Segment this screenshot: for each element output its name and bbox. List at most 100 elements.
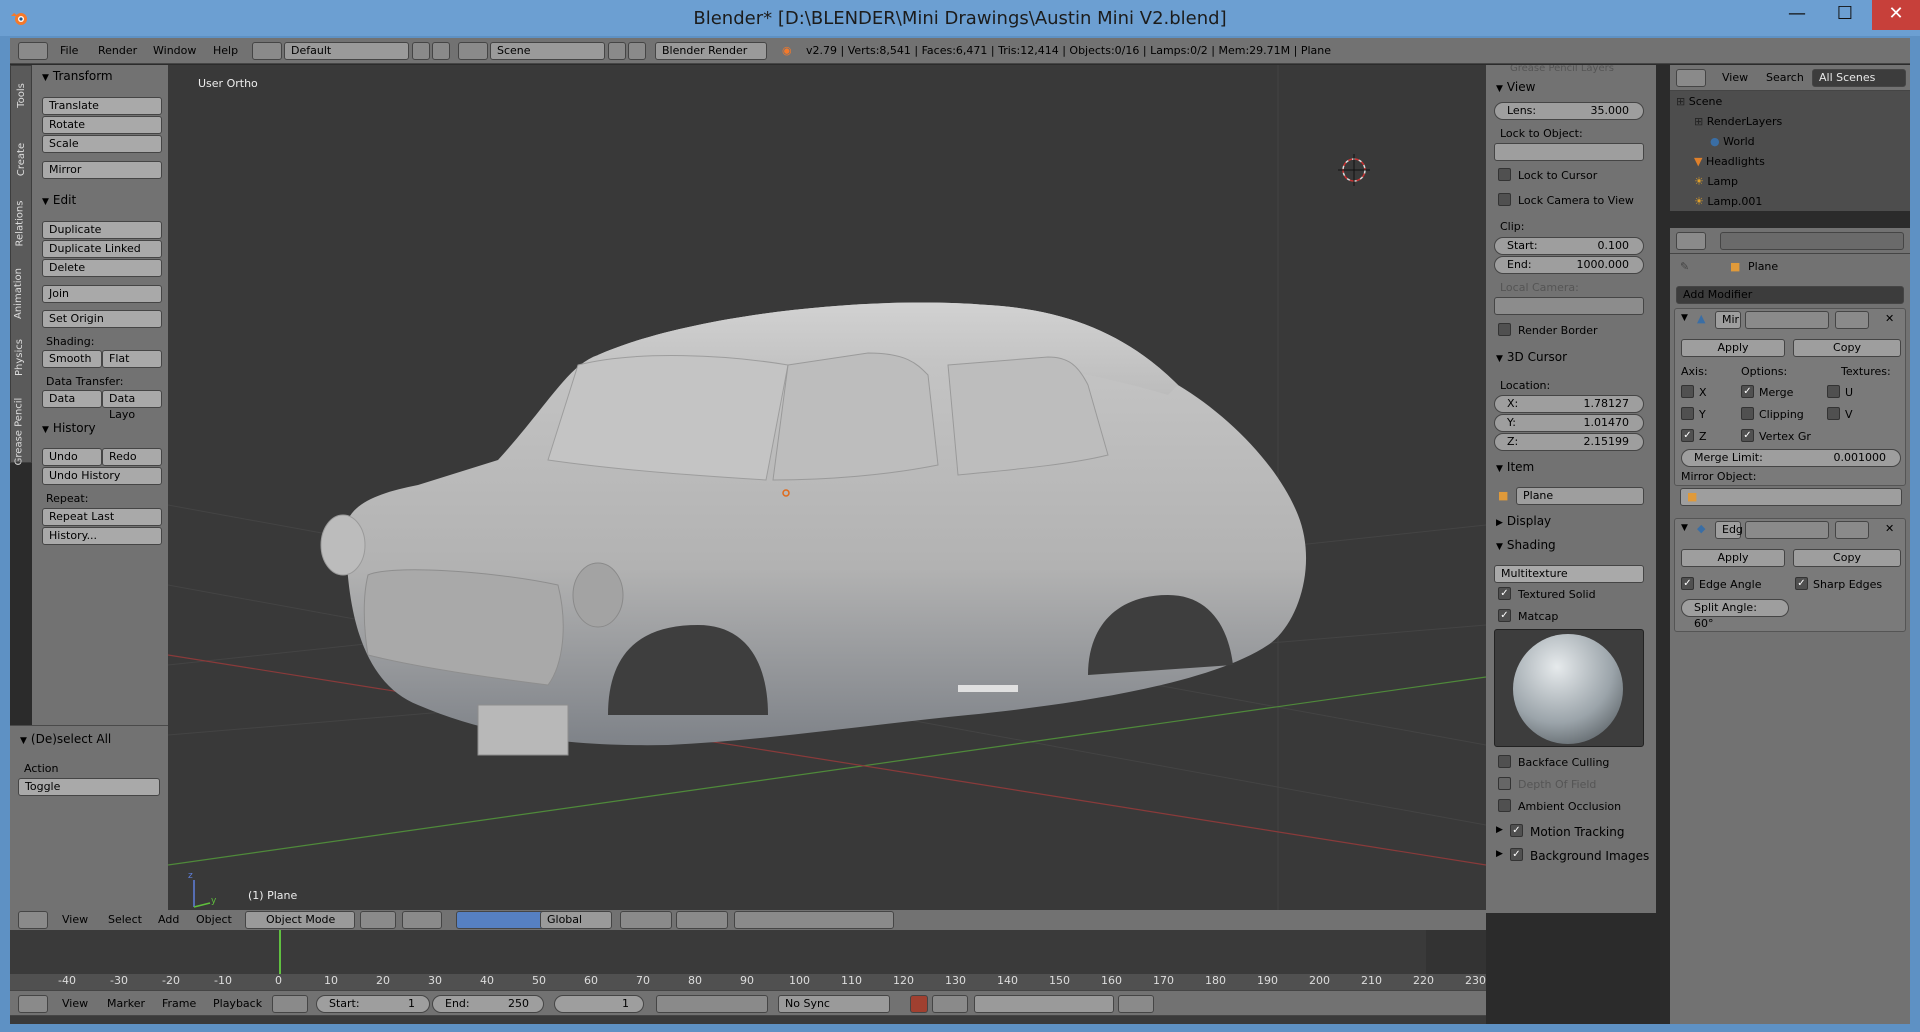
edge-split-apply-button[interactable]: Apply: [1681, 549, 1785, 567]
mirror-button[interactable]: Mirror: [42, 161, 162, 179]
outliner-row-scene[interactable]: ⊞ Scene: [1676, 95, 1906, 115]
viewport-shading-icon[interactable]: [360, 911, 396, 929]
outliner-row-lamp-001[interactable]: ☀ Lamp.001: [1694, 195, 1920, 215]
axis-x-checkbox[interactable]: [1681, 385, 1694, 398]
viewport-menu-add[interactable]: Add: [158, 913, 179, 926]
panel-3d-cursor-title[interactable]: 3D Cursor: [1486, 350, 1656, 368]
undo-history-button[interactable]: Undo History: [42, 467, 162, 485]
insert-keyframe-icon[interactable]: [1118, 995, 1154, 1013]
tab-grease-pencil[interactable]: Grease Pencil: [13, 398, 24, 466]
outliner-row-renderlayers[interactable]: ⊞ RenderLayers: [1694, 115, 1920, 135]
smooth-button[interactable]: Smooth: [42, 350, 102, 368]
scale-button[interactable]: Scale: [42, 135, 162, 153]
outliner-menu-search[interactable]: Search: [1766, 71, 1804, 84]
3d-viewport[interactable]: z y User Ortho (1) Plane: [168, 65, 1486, 913]
timeline[interactable]: -40 -30 -20 -10 0 10 20 30 40 50 60 70 8…: [10, 930, 1486, 1024]
action-select[interactable]: Toggle: [18, 778, 160, 796]
edge-split-collapse-icon[interactable]: ▼: [1681, 523, 1688, 533]
lens-field[interactable]: Lens: 35.000: [1494, 102, 1644, 120]
split-angle-field[interactable]: Split Angle: 60°: [1681, 599, 1789, 630]
mode-select[interactable]: Object Mode: [245, 911, 355, 929]
timeline-track[interactable]: [10, 930, 1486, 974]
outliner-row-lamp[interactable]: ☀ Lamp: [1694, 175, 1920, 195]
maximize-button[interactable]: ☐: [1822, 0, 1868, 30]
lock-camera-checkbox[interactable]: [1498, 193, 1511, 206]
duplicate-linked-button[interactable]: Duplicate Linked: [42, 240, 162, 258]
edge-split-copy-button[interactable]: Copy: [1793, 549, 1901, 567]
flat-button[interactable]: Flat: [102, 350, 162, 368]
cursor-x-field[interactable]: X: 1.78127: [1494, 395, 1644, 413]
mirror-remove-icon[interactable]: ✕: [1885, 312, 1894, 325]
data-button[interactable]: Data: [42, 390, 102, 408]
panel-display-title[interactable]: Display: [1486, 514, 1656, 532]
keying-set-field[interactable]: [974, 995, 1114, 1013]
close-button[interactable]: ✕: [1872, 0, 1920, 30]
viewport-menu-view[interactable]: View: [62, 913, 88, 926]
current-frame-field[interactable]: 1: [554, 995, 644, 1013]
mirror-name-field[interactable]: Mir: [1715, 311, 1741, 329]
motion-tracking-checkbox[interactable]: ✓: [1510, 824, 1523, 837]
car-model[interactable]: [320, 302, 1307, 756]
mirror-collapse-icon[interactable]: ▼: [1681, 313, 1688, 323]
duplicate-button[interactable]: Duplicate: [42, 221, 162, 239]
frame-start-field[interactable]: Start: 1: [316, 995, 430, 1013]
translate-button[interactable]: Translate: [42, 97, 162, 115]
join-button[interactable]: Join: [42, 285, 162, 303]
frame-end-field[interactable]: End: 250: [432, 995, 544, 1013]
preview-range-icon[interactable]: [272, 995, 308, 1013]
edge-angle-checkbox[interactable]: ✓: [1681, 577, 1694, 590]
merge-checkbox[interactable]: ✓: [1741, 385, 1754, 398]
outliner-row-headlights[interactable]: ▼ Headlights: [1694, 155, 1920, 175]
motion-tracking-expand-icon[interactable]: ▶: [1496, 825, 1503, 835]
axis-y-checkbox[interactable]: [1681, 407, 1694, 420]
clip-start-field[interactable]: Start: 0.100: [1494, 237, 1644, 255]
render-border-checkbox[interactable]: [1498, 323, 1511, 336]
clipping-checkbox[interactable]: [1741, 407, 1754, 420]
menu-help[interactable]: Help: [213, 44, 238, 57]
edge-split-move-icons[interactable]: [1835, 521, 1869, 539]
mirror-move-icons[interactable]: [1835, 311, 1869, 329]
repeat-last-button[interactable]: Repeat Last: [42, 508, 162, 526]
pin-icon[interactable]: ✎: [1680, 260, 1689, 273]
timeline-menu-marker[interactable]: Marker: [107, 997, 145, 1010]
tab-create[interactable]: Create: [16, 143, 27, 176]
undo-button[interactable]: Undo: [42, 448, 102, 466]
menu-render[interactable]: Render: [98, 44, 137, 57]
outliner-tree[interactable]: ⊞ Scene ⊞ RenderLayers ● World ▼ Headlig…: [1670, 91, 1910, 211]
menu-window[interactable]: Window: [153, 44, 196, 57]
history-button[interactable]: History...: [42, 527, 162, 545]
add-modifier-select[interactable]: Add Modifier: [1676, 286, 1904, 304]
merge-limit-field[interactable]: Merge Limit: 0.001000: [1681, 449, 1901, 467]
mirror-apply-button[interactable]: Apply: [1681, 339, 1785, 357]
pivot-point-icon[interactable]: [402, 911, 442, 929]
mirror-display-toggles[interactable]: [1745, 311, 1829, 329]
sync-mode-select[interactable]: No Sync: [778, 995, 890, 1013]
lock-to-cursor-checkbox[interactable]: [1498, 168, 1511, 181]
manipulator-icons[interactable]: [456, 911, 546, 929]
orientation-select[interactable]: Global: [540, 911, 612, 929]
outliner-filter-select[interactable]: All Scenes: [1812, 69, 1906, 87]
rotate-button[interactable]: Rotate: [42, 116, 162, 134]
tab-animation[interactable]: Animation: [13, 268, 24, 319]
redo-button[interactable]: Redo: [102, 448, 162, 466]
current-frame-cursor[interactable]: [279, 930, 281, 974]
operator-title[interactable]: (De)select All: [10, 732, 168, 750]
layers-icon[interactable]: [620, 911, 672, 929]
panel-transform-title[interactable]: Transform: [32, 69, 168, 87]
set-origin-dropdown[interactable]: Set Origin: [42, 310, 162, 328]
outliner-menu-view[interactable]: View: [1722, 71, 1748, 84]
textured-solid-checkbox[interactable]: ✓: [1498, 587, 1511, 600]
outliner-row-world[interactable]: ● World: [1710, 135, 1920, 155]
depth-of-field-checkbox[interactable]: [1498, 777, 1511, 790]
local-camera-field[interactable]: [1494, 297, 1644, 315]
playback-controls-icon[interactable]: [656, 995, 768, 1013]
data-layout-button[interactable]: Data Layo: [102, 390, 162, 421]
timeline-menu-frame[interactable]: Frame: [162, 997, 196, 1010]
background-images-expand-icon[interactable]: ▶: [1496, 849, 1503, 859]
matcap-preview[interactable]: [1494, 629, 1644, 747]
matcap-checkbox[interactable]: ✓: [1498, 609, 1511, 622]
panel-history-title[interactable]: History: [32, 421, 168, 439]
tab-tools[interactable]: Tools: [16, 83, 27, 108]
ambient-occlusion-checkbox[interactable]: [1498, 799, 1511, 812]
remove-scene-icon[interactable]: [628, 42, 646, 60]
